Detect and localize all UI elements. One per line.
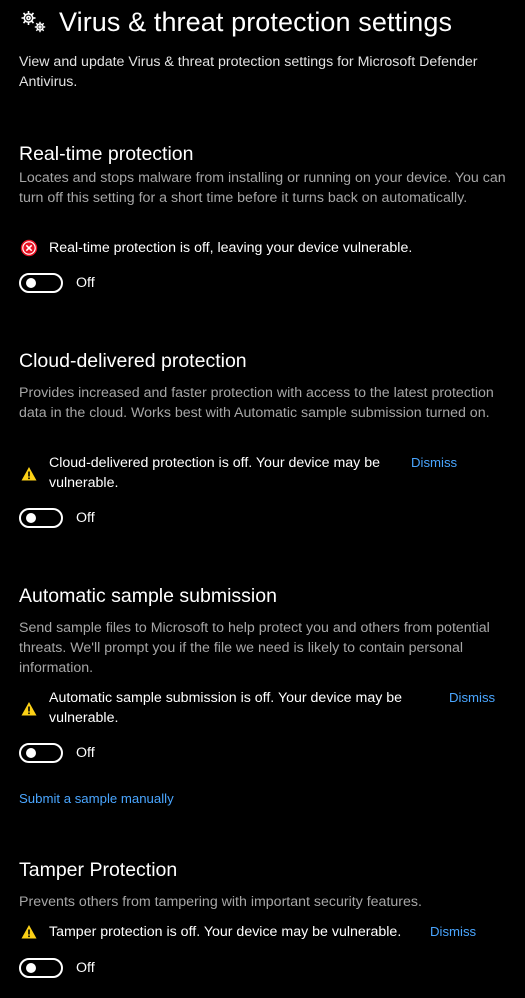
toggle-track[interactable]	[19, 508, 63, 528]
cloud-delivered-protection-toggle[interactable]: Off	[19, 508, 95, 528]
toggle-track[interactable]	[19, 273, 63, 293]
warning-triangle-icon	[21, 925, 37, 939]
toggle-state-label: Off	[76, 275, 95, 291]
section-description: Send sample files to Microsoft to help p…	[19, 620, 490, 676]
alert-text: Automatic sample submission is off. Your…	[49, 690, 403, 726]
alert-text: Tamper protection is off. Your device ma…	[49, 924, 402, 940]
toggle-track[interactable]	[19, 958, 63, 978]
dismiss-link[interactable]: Dismiss	[430, 924, 476, 939]
toggle-knob	[26, 513, 36, 523]
toggle-knob	[26, 963, 36, 973]
settings-page: Virus & threat protection settings View …	[0, 0, 525, 998]
automatic-sample-submission-toggle[interactable]: Off	[19, 743, 95, 763]
toggle-knob	[26, 278, 36, 288]
toggle-state-label: Off	[76, 510, 95, 526]
real-time-protection-toggle[interactable]: Off	[19, 273, 95, 293]
section-title: Real-time protection	[19, 143, 194, 165]
section-title: Tamper Protection	[19, 859, 178, 881]
alert-text: Real-time protection is off, leaving you…	[49, 240, 413, 256]
section-description: Prevents others from tampering with impo…	[19, 894, 422, 910]
toggle-track[interactable]	[19, 743, 63, 763]
warning-triangle-icon	[21, 702, 37, 716]
section-title: Cloud-delivered protection	[19, 350, 247, 372]
gears-icon	[21, 11, 46, 33]
warning-triangle-icon	[21, 467, 37, 481]
tamper-protection-toggle[interactable]: Off	[19, 958, 95, 978]
submit-sample-manually-link[interactable]: Submit a sample manually	[19, 791, 174, 806]
toggle-state-label: Off	[76, 745, 95, 761]
dismiss-link[interactable]: Dismiss	[449, 690, 495, 705]
page-title: Virus & threat protection settings	[59, 6, 453, 37]
toggle-state-label: Off	[76, 960, 95, 976]
section-title: Automatic sample submission	[19, 585, 277, 607]
alert-text: Cloud-delivered protection is off. Your …	[49, 455, 380, 491]
page-description: View and update Virus & threat protectio…	[19, 54, 478, 90]
section-description: Provides increased and faster protection…	[19, 385, 494, 421]
toggle-knob	[26, 748, 36, 758]
section-description: Locates and stops malware from installin…	[19, 170, 506, 206]
dismiss-link[interactable]: Dismiss	[411, 455, 457, 470]
page-header: Virus & threat protection settings	[19, 4, 452, 40]
error-circle-icon	[20, 239, 38, 257]
